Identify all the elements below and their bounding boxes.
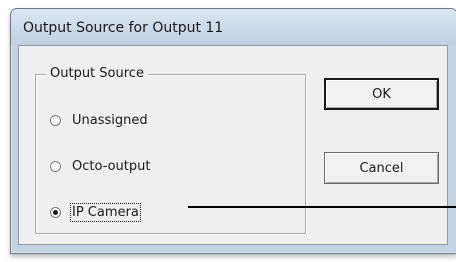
radio-button-icon[interactable] — [50, 206, 61, 218]
window-title: Output Source for Output 11 — [23, 20, 224, 36]
radio-label-ip-camera: IP Camera — [70, 202, 141, 222]
screenshot-stage: Output Source for Output 11 Output Sourc… — [0, 0, 456, 262]
callout-line — [188, 206, 456, 208]
radio-octo-output[interactable]: Octo-output — [50, 155, 150, 177]
cancel-button-label: Cancel — [359, 160, 404, 176]
radio-ip-camera[interactable]: IP Camera — [50, 201, 141, 223]
radio-button-icon[interactable] — [50, 114, 61, 126]
group-label: Output Source — [46, 66, 148, 81]
ok-button-label: OK — [372, 86, 391, 102]
radio-label-unassigned: Unassigned — [72, 112, 148, 128]
dialog-body: Output Source Unassigned Octo-output IP … — [18, 45, 448, 245]
radio-button-icon[interactable] — [50, 160, 61, 172]
radio-unassigned[interactable]: Unassigned — [50, 109, 148, 131]
radio-selected-dot — [53, 209, 58, 215]
output-source-group: Output Source Unassigned Octo-output IP … — [35, 66, 306, 234]
title-bar[interactable]: Output Source for Output 11 — [11, 9, 456, 45]
radio-label-octo-output: Octo-output — [72, 158, 151, 174]
dialog-window: Output Source for Output 11 Output Sourc… — [10, 8, 456, 254]
cancel-button[interactable]: Cancel — [324, 152, 439, 184]
ok-button[interactable]: OK — [324, 78, 439, 110]
